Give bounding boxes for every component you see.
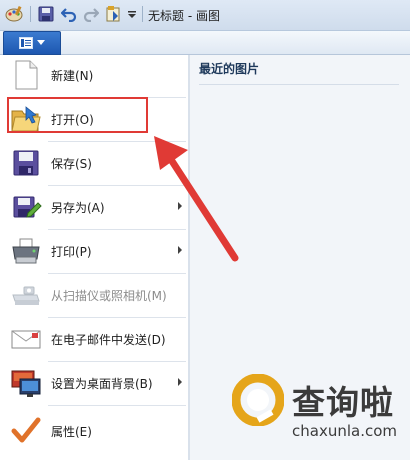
open-highlight-box	[7, 97, 148, 133]
checkmark-properties-icon	[10, 415, 42, 447]
menu-item-label: 保存(S)	[51, 157, 92, 171]
menu-divider	[48, 273, 186, 274]
annotation-arrow-icon	[154, 136, 239, 262]
redo-icon[interactable]	[82, 4, 100, 24]
watermark-text-en: chaxunla.com	[292, 422, 397, 440]
window-title: 无标题 - 画图	[148, 9, 220, 23]
save-disk-icon	[10, 147, 42, 179]
menu-item-label: 新建(N)	[51, 69, 94, 83]
menu-item-label: 另存为(A)	[51, 201, 105, 215]
desktop-background-icon	[10, 367, 42, 399]
email-icon	[10, 323, 42, 355]
menu-item-label: 属性(E)	[51, 425, 92, 439]
menu-item-properties[interactable]: 属性(E)	[4, 411, 188, 451]
menu-item-label: 设置为桌面背景(B)	[51, 377, 153, 391]
customize-quick-access-icon[interactable]	[104, 4, 124, 24]
menu-divider	[48, 317, 186, 318]
menu-item-label: 从扫描仪或照相机(M)	[51, 289, 167, 303]
recent-pictures-heading: 最近的图片	[199, 60, 399, 85]
submenu-arrow-icon	[178, 378, 182, 386]
toolbar-divider	[30, 6, 31, 22]
menu-item-label: 在电子邮件中发送(D)	[51, 333, 166, 347]
watermark-logo-icon	[232, 374, 284, 426]
chevron-down-icon	[37, 40, 45, 45]
scanner-icon	[10, 279, 42, 311]
title-bar: 无标题 - 画图	[0, 0, 410, 31]
menu-divider	[48, 361, 186, 362]
new-document-icon	[10, 59, 42, 91]
printer-icon	[10, 235, 42, 267]
menu-divider	[48, 405, 186, 406]
menu-item-desktop-background[interactable]: 设置为桌面背景(B)	[4, 363, 188, 403]
file-menu-button[interactable]	[3, 31, 61, 55]
quick-access-dropdown-icon[interactable]	[126, 4, 138, 24]
menu-item-scanner: 从扫描仪或照相机(M)	[4, 275, 188, 315]
menu-item-email[interactable]: 在电子邮件中发送(D)	[4, 319, 188, 359]
undo-icon[interactable]	[60, 4, 78, 24]
save-icon[interactable]	[36, 4, 56, 24]
file-menu-icon	[19, 37, 33, 49]
watermark: 查询啦 chaxunla.com	[228, 372, 410, 460]
paint-app-icon[interactable]	[4, 4, 26, 24]
menu-item-new[interactable]: 新建(N)	[4, 55, 188, 95]
toolbar-divider	[142, 6, 143, 22]
watermark-text-cn: 查询啦	[292, 383, 394, 422]
ribbon-tab-strip	[0, 31, 410, 55]
menu-item-label: 打印(P)	[51, 245, 92, 259]
save-as-icon	[10, 191, 42, 223]
